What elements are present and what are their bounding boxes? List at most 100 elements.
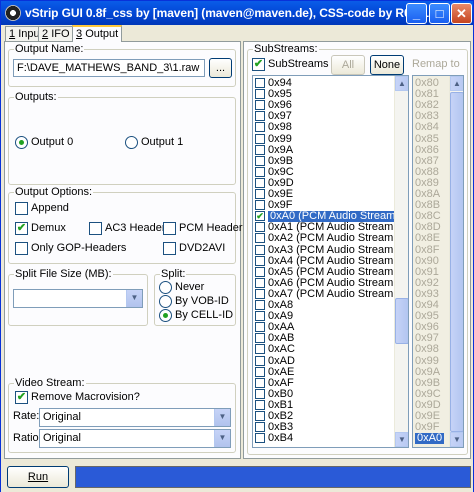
substream-checkbox[interactable] [255, 233, 265, 244]
substream-checkbox[interactable] [255, 244, 265, 255]
substream-checkbox[interactable] [255, 222, 265, 233]
append-label[interactable]: Append [31, 202, 69, 214]
substream-checkbox[interactable] [255, 166, 265, 177]
substream-checkbox[interactable] [255, 366, 265, 377]
remap-label: 0x90 [415, 254, 439, 267]
substreams-label: SubStreams: [253, 43, 319, 55]
split-by-cell-label[interactable]: By CELL-ID [175, 309, 233, 321]
ac3-header-checkbox[interactable] [89, 222, 102, 235]
split-file-size-combo[interactable]: ▼ [13, 289, 143, 308]
substream-checkbox[interactable] [255, 133, 265, 144]
substream-label: 0xAE [268, 365, 295, 378]
maximize-button[interactable]: □ [429, 3, 450, 24]
substream-checkbox[interactable] [255, 433, 265, 444]
output-0-label[interactable]: Output 0 [31, 136, 73, 148]
split-by-cell-radio[interactable] [159, 309, 172, 322]
substream-checkbox[interactable] [255, 311, 265, 322]
substream-checkbox[interactable] [255, 277, 265, 288]
window-title: vStrip GUI 0.8f_css by [maven] (maven@ma… [25, 6, 429, 20]
substream-checkbox[interactable] [255, 355, 265, 366]
append-checkbox[interactable] [15, 202, 28, 215]
substream-checkbox[interactable] [255, 155, 265, 166]
remap-label: 0x86 [415, 143, 439, 156]
output-options-label: Output Options: [14, 186, 94, 198]
remap-to-label: Remap to [412, 58, 460, 70]
tab-output[interactable]: 3 Output [72, 25, 123, 42]
only-gop-headers-checkbox[interactable] [15, 242, 28, 255]
output-0-radio[interactable] [15, 136, 28, 149]
substreams-list[interactable]: 0x94 0x95 0x96 0x97 0x98 0x99 0x9A 0x9B 0x9C 0x9D… [252, 75, 409, 448]
substream-checkbox[interactable] [255, 422, 265, 433]
rate-label: Rate: [13, 410, 40, 422]
output-1-label[interactable]: Output 1 [141, 136, 183, 148]
substream-checkbox[interactable]: ✔ [255, 211, 265, 222]
substream-checkbox[interactable] [255, 78, 265, 88]
substream-checkbox[interactable] [255, 200, 265, 211]
browse-button[interactable]: ... [209, 58, 232, 78]
substream-checkbox[interactable] [255, 333, 265, 344]
dvd2avi-checkbox[interactable] [163, 242, 176, 255]
substream-checkbox[interactable] [255, 322, 265, 333]
substream-checkbox[interactable] [255, 189, 265, 199]
rate-value: Original [43, 411, 81, 423]
scroll-down-icon[interactable]: ▼ [395, 432, 408, 447]
substream-checkbox[interactable] [255, 377, 265, 388]
none-button[interactable]: None [370, 55, 404, 75]
substream-checkbox[interactable] [255, 344, 265, 355]
run-button[interactable]: Run [7, 466, 69, 488]
substream-checkbox[interactable] [255, 300, 265, 310]
remap-label: 0xA0 [415, 432, 445, 445]
split-by-vob-label[interactable]: By VOB-ID [175, 295, 229, 307]
pcm-header-checkbox[interactable] [163, 222, 176, 235]
remove-macrovision-checkbox[interactable]: ✔ [15, 391, 28, 404]
title-bar[interactable]: vStrip GUI 0.8f_css by [maven] (maven@ma… [1, 1, 473, 25]
output-1-radio[interactable] [125, 136, 138, 149]
close-button[interactable]: ✕ [451, 3, 472, 24]
substreams-checkbox[interactable]: ✔ [252, 58, 265, 71]
video-stream-label: Video Stream: [14, 377, 86, 389]
tab-ifo[interactable]: 2 IFO [38, 26, 74, 41]
split-never-label[interactable]: Never [175, 281, 204, 293]
chevron-down-icon[interactable]: ▼ [214, 409, 230, 426]
split-never-radio[interactable] [159, 281, 172, 294]
substreams-panel: SubStreams: ✔ SubStreams All None Remap … [243, 41, 471, 459]
substream-checkbox[interactable] [255, 144, 265, 155]
substream-checkbox[interactable] [255, 399, 265, 410]
chevron-down-icon[interactable]: ▼ [214, 430, 230, 447]
video-stream-group: Video Stream: ✔ Remove Macrovision? Rate… [8, 377, 236, 453]
ac3-header-label[interactable]: AC3 Header [105, 222, 166, 234]
substream-checkbox[interactable] [255, 255, 265, 266]
dvd2avi-label[interactable]: DVD2AVI [179, 242, 225, 254]
substream-label: 0xA2 (PCM Audio Stream 2) [268, 232, 407, 245]
substream-checkbox[interactable] [255, 122, 265, 133]
scroll-thumb[interactable] [395, 298, 408, 344]
scroll-up-icon[interactable]: ▲ [395, 76, 408, 91]
substream-checkbox[interactable] [255, 177, 265, 188]
substreams-scrollbar[interactable]: ▲ ▼ [394, 76, 408, 447]
remap-scrollbar[interactable]: ▲ ▼ [449, 76, 463, 447]
chevron-down-icon[interactable]: ▼ [126, 290, 142, 307]
substream-checkbox[interactable] [255, 111, 265, 122]
pcm-header-label[interactable]: PCM Header [179, 222, 243, 234]
all-button[interactable]: All [331, 55, 365, 75]
substream-checkbox[interactable] [255, 89, 265, 100]
demux-checkbox[interactable]: ✔ [15, 222, 28, 235]
scroll-thumb[interactable] [450, 92, 463, 432]
remove-macrovision-label[interactable]: Remove Macrovision? [31, 391, 140, 403]
substreams-check-label[interactable]: SubStreams [268, 58, 329, 70]
substream-checkbox[interactable] [255, 388, 265, 399]
ratio-combo[interactable]: Original ▼ [39, 429, 231, 448]
substream-checkbox[interactable] [255, 411, 265, 421]
only-gop-headers-label[interactable]: Only GOP-Headers [31, 242, 126, 254]
remap-list[interactable]: 0x80 0x81 0x82 0x83 0x84 0x85 0x86 0x87 0x88 0x89… [412, 75, 464, 448]
output-name-field[interactable]: F:\DAVE_MATHEWS_BAND_3\1.raw [13, 59, 205, 77]
substream-checkbox[interactable] [255, 266, 265, 277]
split-by-vob-radio[interactable] [159, 295, 172, 308]
scroll-down-icon[interactable]: ▼ [450, 432, 463, 447]
substream-checkbox[interactable] [255, 100, 265, 111]
minimize-button[interactable]: _ [406, 3, 427, 24]
demux-label[interactable]: Demux [31, 222, 66, 234]
rate-combo[interactable]: Original ▼ [39, 408, 231, 427]
substream-checkbox[interactable] [255, 288, 265, 299]
scroll-up-icon[interactable]: ▲ [450, 76, 463, 91]
